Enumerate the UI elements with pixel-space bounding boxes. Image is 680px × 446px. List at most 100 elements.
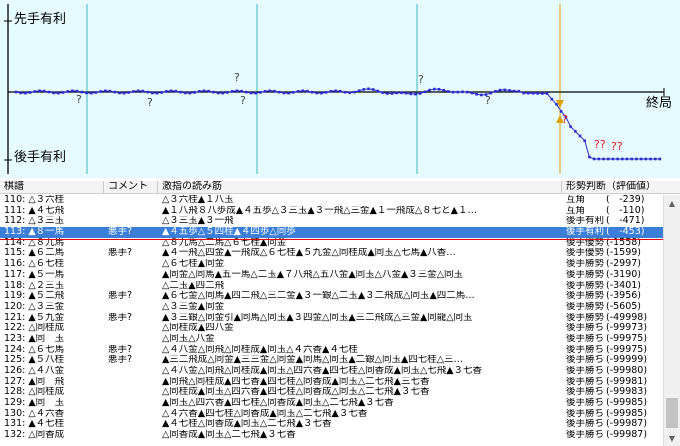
table-row[interactable]: 131: ▲４七桂 ▲４七桂△同香成▲同玉△二七飛▲３七香 後手勝ち (-99987) <box>0 419 663 430</box>
evaluation-graph[interactable]: ??????????? 先手有利 後手有利 終局 <box>0 0 680 178</box>
table-row[interactable]: 113: ▲８一馬 悪手? ▲４五歩△５四桂▲４四歩△同歩 後手有利( -453) <box>0 227 663 238</box>
comment-cell: 悪手? <box>108 227 133 238</box>
evaluation-point <box>616 157 619 161</box>
evaluation-point <box>136 89 140 93</box>
table-row[interactable]: 129: ▲同 玉 ▲同玉△四六香▲四七桂△同香成▲同玉△二七飛▲３七香 後手勝ち(… <box>0 398 663 409</box>
table-row[interactable]: 119: ▲５二飛 悪手? ▲６七金△同馬▲四二飛△三二金▲３一銀△二玉▲３二飛成△… <box>0 291 663 302</box>
evaluation-graph-canvas[interactable]: ??????????? <box>0 0 680 178</box>
table-row[interactable]: 117: ▲５一馬 ▲同金△同馬▲五一馬△二玉▲７八飛△五八金▲同玉△八金▲３三金… <box>0 270 663 281</box>
evaluation-point <box>592 157 596 161</box>
reading-line-cell: ▲４一飛△四金▲一飛成△６七桂▲５九金△同桂成▲同玉△七馬▲八香… <box>162 248 456 259</box>
header-reading-line[interactable]: 激指の読み筋 <box>158 181 562 194</box>
vertical-scrollbar[interactable]: ▲ ▼ <box>663 195 680 446</box>
evaluation-point <box>188 91 192 95</box>
blunder-mark: ? <box>76 93 82 106</box>
evaluation-point <box>282 91 286 95</box>
evaluation-point <box>259 91 262 94</box>
score-cell: ( -471) <box>606 216 645 227</box>
evaluation-point <box>574 130 577 133</box>
scroll-down-icon[interactable]: ▼ <box>664 430 680 446</box>
score-cell: (-99985) <box>606 408 648 419</box>
header-move[interactable]: 棋譜 <box>0 181 104 194</box>
evaluation-point <box>19 91 22 95</box>
table-row[interactable]: 122: △同桂成 △同桂成▲四八金 後手勝ち (-99973) <box>0 323 663 334</box>
evaluation-point <box>541 92 544 95</box>
kifu-table[interactable]: 棋譜 コメント 激指の読み筋 形勢判断（評価値） 110: △３六桂 △３六桂▲１… <box>0 181 680 446</box>
score-cell: (-99981) <box>606 376 648 387</box>
evaluation-point <box>437 87 441 91</box>
evaluation-point <box>118 91 121 95</box>
move-cell: 125: ▲５八桂 <box>4 355 65 366</box>
evaluation-point <box>433 87 436 91</box>
evaluation-point <box>503 88 507 92</box>
reading-line-cell: ▲４七桂△同香成▲同玉△二七飛▲３七香 <box>162 419 332 430</box>
reading-line-cell: △同香成▲同玉△二七飛▲３七香 <box>162 430 296 441</box>
table-row[interactable]: 128: △同桂成 △同桂成▲同玉△四六香▲四七桂△同香成△同玉△二七飛▲３七香 後… <box>0 387 663 398</box>
move-cell: 118: △２三玉 <box>4 280 65 291</box>
evaluation-point <box>230 90 234 93</box>
evaluation-point <box>169 89 173 93</box>
table-row[interactable]: 118: △２三玉 △二玉▲四二飛 後手勝勢 (-3401) <box>0 281 663 292</box>
comment-cell: 悪手? <box>108 248 133 259</box>
gote-advantage-label: 後手有利 <box>14 150 67 165</box>
scroll-up-icon[interactable]: ▲ <box>664 195 680 211</box>
table-row[interactable]: 132: △同香成 △同香成▲同玉△二七飛▲３七香 後手勝ち (-99987) <box>0 430 663 441</box>
table-row[interactable]: 121: ▲５九金 悪手? ▲３三銀△同金引▲同馬△同玉▲３四金△同玉▲三二飛成△三… <box>0 313 663 324</box>
table-row[interactable]: 125: ▲５八桂 悪手? ▲三二飛成△同金▲三三金△同金▲同馬△同玉▲二銀△同玉▲… <box>0 355 663 366</box>
evaluation-point <box>113 90 116 94</box>
evaluation-point <box>165 90 168 93</box>
blunder-mark: ? <box>234 71 240 84</box>
header-judgement[interactable]: 形勢判断（評価値） <box>562 181 680 194</box>
current-move-indicator <box>0 239 663 240</box>
evaluation-point <box>395 91 398 95</box>
evaluation-point <box>71 89 74 93</box>
comment-cell <box>108 323 156 334</box>
evaluation-point <box>409 92 413 96</box>
evaluation-point <box>588 155 591 159</box>
blunder-mark: ? <box>562 113 568 126</box>
header-comment[interactable]: コメント <box>104 181 158 194</box>
table-row[interactable]: 124: △６七馬 悪手? △４八金△同飛△同桂成▲同玉△４六香▲４七桂 後手勝ち (-… <box>0 345 663 356</box>
table-row[interactable]: 111: ▲４七飛 ▲１八飛８八歩成▲４五歩△３三玉▲３一飛△三金▲１一飛成△８七… <box>0 206 663 217</box>
table-row[interactable]: 115: ▲６二馬 悪手? ▲４一飛△四金▲一飛成△６七桂▲５九金△同桂成▲同玉△七… <box>0 248 663 259</box>
comment-cell <box>108 195 156 206</box>
table-row[interactable]: 112: △３三玉 △３三玉▲３一飛 後手有利( -471) <box>0 216 663 227</box>
evaluation-point <box>353 90 356 94</box>
comment-cell <box>108 206 156 217</box>
evaluation-point <box>24 91 27 95</box>
move-cell: 110: △３六桂 <box>4 195 65 205</box>
score-cell: (-99975) <box>606 333 648 344</box>
score-cell: (-3190) <box>606 269 642 280</box>
table-row[interactable]: 120: △３三金 △３三金▲同金 後手勝勢 (-5605) <box>0 302 663 313</box>
judgement-cell: 後手勝ち <box>566 430 605 441</box>
blunder-mark: ? <box>147 96 153 109</box>
judgement-cell: 後手勝ち <box>566 344 605 355</box>
judgement-cell: 後手有利 <box>566 227 605 238</box>
evaluation-point <box>357 89 361 93</box>
evaluation-point <box>423 90 427 94</box>
table-row[interactable]: 110: △３六桂 △３六桂▲１八玉 互角 ( -239) <box>0 195 663 206</box>
table-row[interactable]: 127: ▲同 飛 ▲同飛△同桂成▲四七香▲四七桂△同香成▲同玉△二七飛▲三七香 後… <box>0 377 663 388</box>
move-cell: 121: ▲５九金 <box>4 312 65 323</box>
table-row[interactable]: 126: △４八金 △４八金△同飛△同桂成▲同玉△四六香▲四七桂△同香成▲同玉△七… <box>0 366 663 377</box>
evaluation-point <box>367 87 370 91</box>
evaluation-point <box>277 90 281 94</box>
table-row[interactable]: 123: ▲同 玉 △同玉△八金 後手勝ち (-99975) <box>0 334 663 345</box>
kifu-rows[interactable]: 110: △３六桂 △３六桂▲１八玉 互角( -239) 111: ▲４七飛 ▲１八飛８… <box>0 195 663 446</box>
evaluation-point <box>89 91 93 95</box>
move-cell: 126: △４八金 <box>4 366 65 376</box>
reading-line-cell: △二玉▲四二飛 <box>162 280 225 291</box>
score-cell: (-2997) <box>606 259 642 270</box>
evaluation-point <box>451 90 455 94</box>
table-row[interactable]: 116: △６七桂 △６七桂▲同金 後手勝勢 (-2997) <box>0 259 663 270</box>
evaluation-point <box>226 91 229 94</box>
score-cell: ( -453) <box>606 227 645 238</box>
evaluation-point <box>183 91 187 95</box>
score-cell: (-99985) <box>606 398 648 409</box>
table-row[interactable]: 130: △４六香 △４六香▲四七桂△同香成▲同玉△二七飛▲３七香 後手勝ち (-99… <box>0 409 663 420</box>
evaluation-point <box>555 103 558 106</box>
evaluation-point <box>442 89 445 92</box>
move-cell: 115: ▲６二馬 <box>4 248 65 259</box>
evaluation-point <box>625 157 629 161</box>
scroll-thumb[interactable] <box>666 398 678 428</box>
